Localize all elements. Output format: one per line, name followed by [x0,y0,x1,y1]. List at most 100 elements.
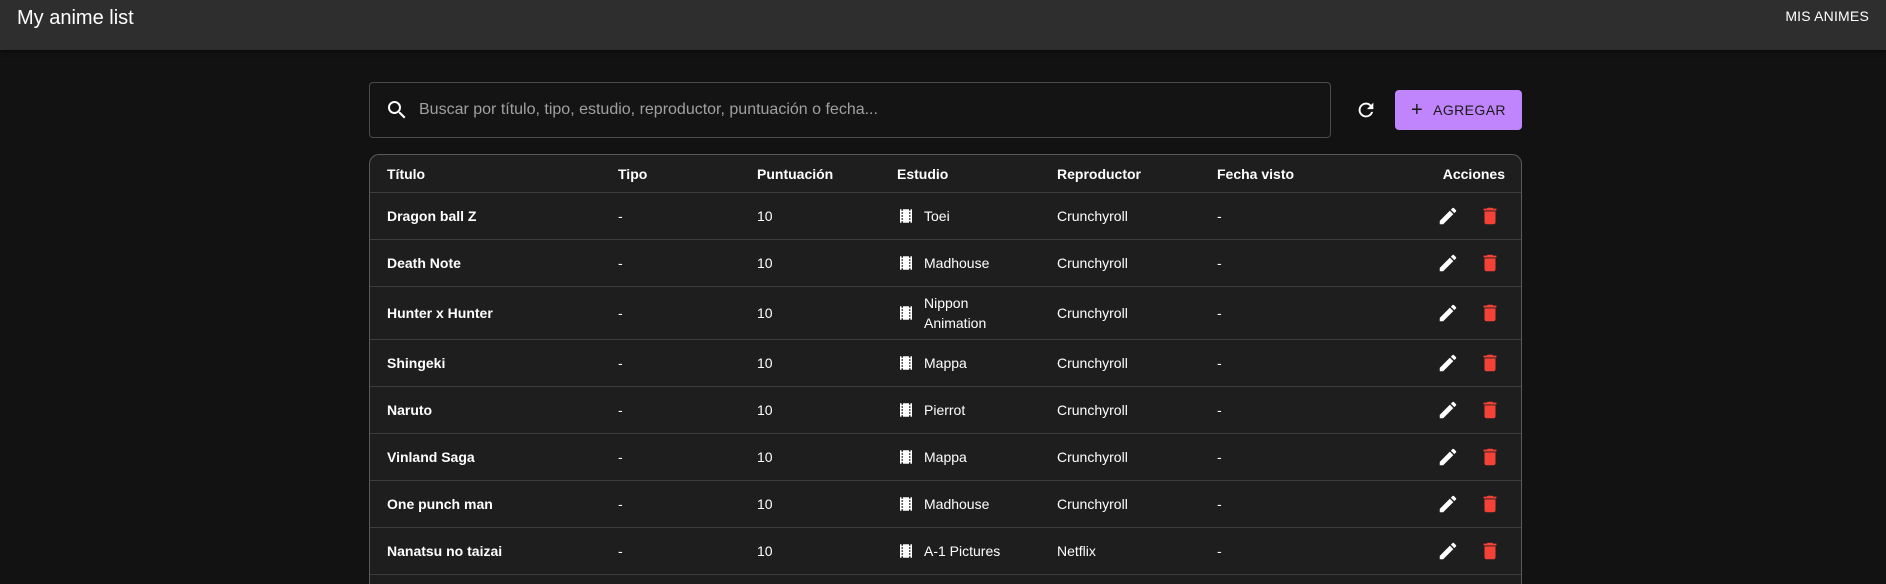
add-button[interactable]: + AGREGAR [1395,90,1522,130]
delete-button[interactable] [1478,301,1502,325]
studio-name: Madhouse [924,255,990,271]
search-icon [388,101,406,119]
refresh-button[interactable] [1354,98,1378,122]
studio-name: Pierrot [924,402,966,418]
add-button-label: AGREGAR [1433,102,1506,118]
cell-puntuacion: 10 [757,449,773,465]
studio-name: A-1 Pictures [924,543,1001,559]
edit-button[interactable] [1436,445,1460,469]
edit-button[interactable] [1436,251,1460,275]
table-header: Título Tipo Puntuación Estudio Reproduct… [370,155,1521,193]
delete-button[interactable] [1478,204,1502,228]
cell-titulo: Dragon ball Z [387,208,477,224]
trash-icon [1483,254,1497,272]
trash-icon [1483,354,1497,372]
trash-icon [1483,207,1497,225]
trash-icon [1483,448,1497,466]
app-title: My anime list [17,6,134,29]
cell-titulo: Naruto [387,402,433,418]
cell-reproductor: Crunchyroll [1057,255,1128,271]
table-row: Nanatsu no taizai - 10 A-1 Pictures Netf… [370,528,1521,575]
table-row: One punch man - 10 Madhouse Crunchyroll … [370,481,1521,528]
row-actions [1436,528,1502,574]
studio-name: Nippon Animation [924,295,987,331]
film-icon [900,209,912,223]
delete-button[interactable] [1478,251,1502,275]
header-fecha-visto[interactable]: Fecha visto [1217,155,1294,192]
cell-titulo: Shingeki [387,355,446,371]
cell-titulo: Vinland Saga [387,449,475,465]
cell-fecha-visto: - [1217,355,1222,371]
cell-reproductor: Netflix [1057,543,1096,559]
app-bar: My anime list MIS ANIMES [0,0,1886,50]
delete-button[interactable] [1478,351,1502,375]
row-actions [1436,387,1502,433]
film-icon [900,450,912,464]
header-acciones: Acciones [1442,165,1505,182]
delete-button[interactable] [1478,398,1502,422]
search-input[interactable] [419,101,1330,119]
cell-fecha-visto: - [1217,496,1222,512]
trash-icon [1483,542,1497,560]
film-icon [900,356,912,370]
delete-button[interactable] [1478,445,1502,469]
pencil-icon [1439,254,1457,272]
cell-titulo: Death Note [387,255,461,271]
header-reproductor[interactable]: Reproductor [1057,155,1141,192]
cell-estudio: Nippon Animation [897,287,1004,339]
cell-tipo: - [618,208,623,224]
search-bar[interactable] [369,82,1331,138]
cell-reproductor: Crunchyroll [1057,355,1128,371]
trash-icon [1483,304,1497,322]
edit-button[interactable] [1436,204,1460,228]
pencil-icon [1439,304,1457,322]
table-row: Shingeki - 10 Mappa Crunchyroll - [370,340,1521,387]
edit-button[interactable] [1436,398,1460,422]
cell-titulo: Nanatsu no taizai [387,543,503,559]
cell-puntuacion: 10 [757,208,773,224]
cell-tipo: - [618,449,623,465]
cell-tipo: - [618,305,623,321]
edit-button[interactable] [1436,539,1460,563]
row-actions [1436,340,1502,386]
studio-name: Mappa [924,449,967,465]
table-row: Hunter x Hunter - 10 Nippon Animation Cr… [370,287,1521,340]
cell-fecha-visto: - [1217,305,1222,321]
header-puntuacion[interactable]: Puntuación [757,155,833,192]
edit-button[interactable] [1436,492,1460,516]
cell-reproductor: Crunchyroll [1057,496,1128,512]
film-icon [900,403,912,417]
table-row: Vinland Saga - 10 Mappa Crunchyroll - [370,434,1521,481]
cell-puntuacion: 10 [757,402,773,418]
anime-table: Título Tipo Puntuación Estudio Reproduct… [369,154,1522,584]
delete-button[interactable] [1478,492,1502,516]
trash-icon [1483,401,1497,419]
cell-estudio: Mappa [897,340,967,386]
header-estudio[interactable]: Estudio [897,155,948,192]
cell-reproductor: Crunchyroll [1057,402,1128,418]
header-titulo[interactable]: Título [387,155,425,192]
film-icon [900,497,912,511]
cell-reproductor: Crunchyroll [1057,449,1128,465]
nav-mis-animes[interactable]: MIS ANIMES [1785,8,1869,24]
row-actions [1436,240,1502,286]
cell-reproductor: Crunchyroll [1057,208,1128,224]
table-row: Naruto - 10 Pierrot Crunchyroll - [370,387,1521,434]
header-tipo[interactable]: Tipo [618,155,647,192]
cell-tipo: - [618,255,623,271]
cell-estudio: Madhouse [897,481,989,527]
studio-name: Toei [924,208,950,224]
cell-fecha-visto: - [1217,208,1222,224]
cell-puntuacion: 10 [757,543,773,559]
cell-puntuacion: 10 [757,355,773,371]
plus-icon: + [1411,99,1424,121]
edit-button[interactable] [1436,351,1460,375]
cell-fecha-visto: - [1217,543,1222,559]
edit-button[interactable] [1436,301,1460,325]
cell-titulo: Hunter x Hunter [387,305,493,321]
film-icon [900,544,912,558]
cell-fecha-visto: - [1217,402,1222,418]
delete-button[interactable] [1478,539,1502,563]
cell-estudio: A-1 Pictures [897,528,1000,574]
cell-reproductor: Crunchyroll [1057,305,1128,321]
